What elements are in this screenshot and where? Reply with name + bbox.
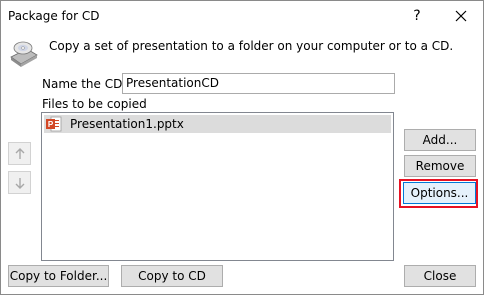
arrow-up-icon xyxy=(15,147,24,159)
files-list[interactable]: P Presentation1.pptx xyxy=(41,112,394,261)
files-to-copy-label: Files to be copied xyxy=(42,97,147,111)
cd-name-label: Name the CD: xyxy=(42,77,127,91)
close-icon xyxy=(455,10,467,22)
package-for-cd-dialog: Package for CD ? Copy a set of presentat… xyxy=(0,0,484,295)
add-button[interactable]: Add... xyxy=(404,129,476,151)
move-up-button[interactable] xyxy=(8,142,31,165)
arrow-down-icon xyxy=(15,177,24,189)
title-bar: Package for CD ? xyxy=(1,1,483,31)
close-button[interactable]: Close xyxy=(404,265,476,287)
list-item[interactable]: P Presentation1.pptx xyxy=(44,115,391,133)
file-name: Presentation1.pptx xyxy=(70,117,184,131)
copy-to-cd-button[interactable]: Copy to CD xyxy=(121,265,223,287)
move-down-button[interactable] xyxy=(8,171,31,194)
cd-drive-icon xyxy=(10,41,38,67)
pptx-file-icon: P xyxy=(46,116,62,132)
svg-text:P: P xyxy=(48,120,54,129)
cd-name-input[interactable] xyxy=(122,73,395,94)
instruction-text: Copy a set of presentation to a folder o… xyxy=(49,39,454,53)
copy-to-folder-button[interactable]: Copy to Folder... xyxy=(8,265,109,287)
dialog-title: Package for CD xyxy=(8,9,100,23)
options-button[interactable]: Options... xyxy=(403,182,476,204)
close-window-button[interactable] xyxy=(441,1,481,31)
help-button[interactable]: ? xyxy=(397,1,437,31)
remove-button[interactable]: Remove xyxy=(404,155,476,177)
